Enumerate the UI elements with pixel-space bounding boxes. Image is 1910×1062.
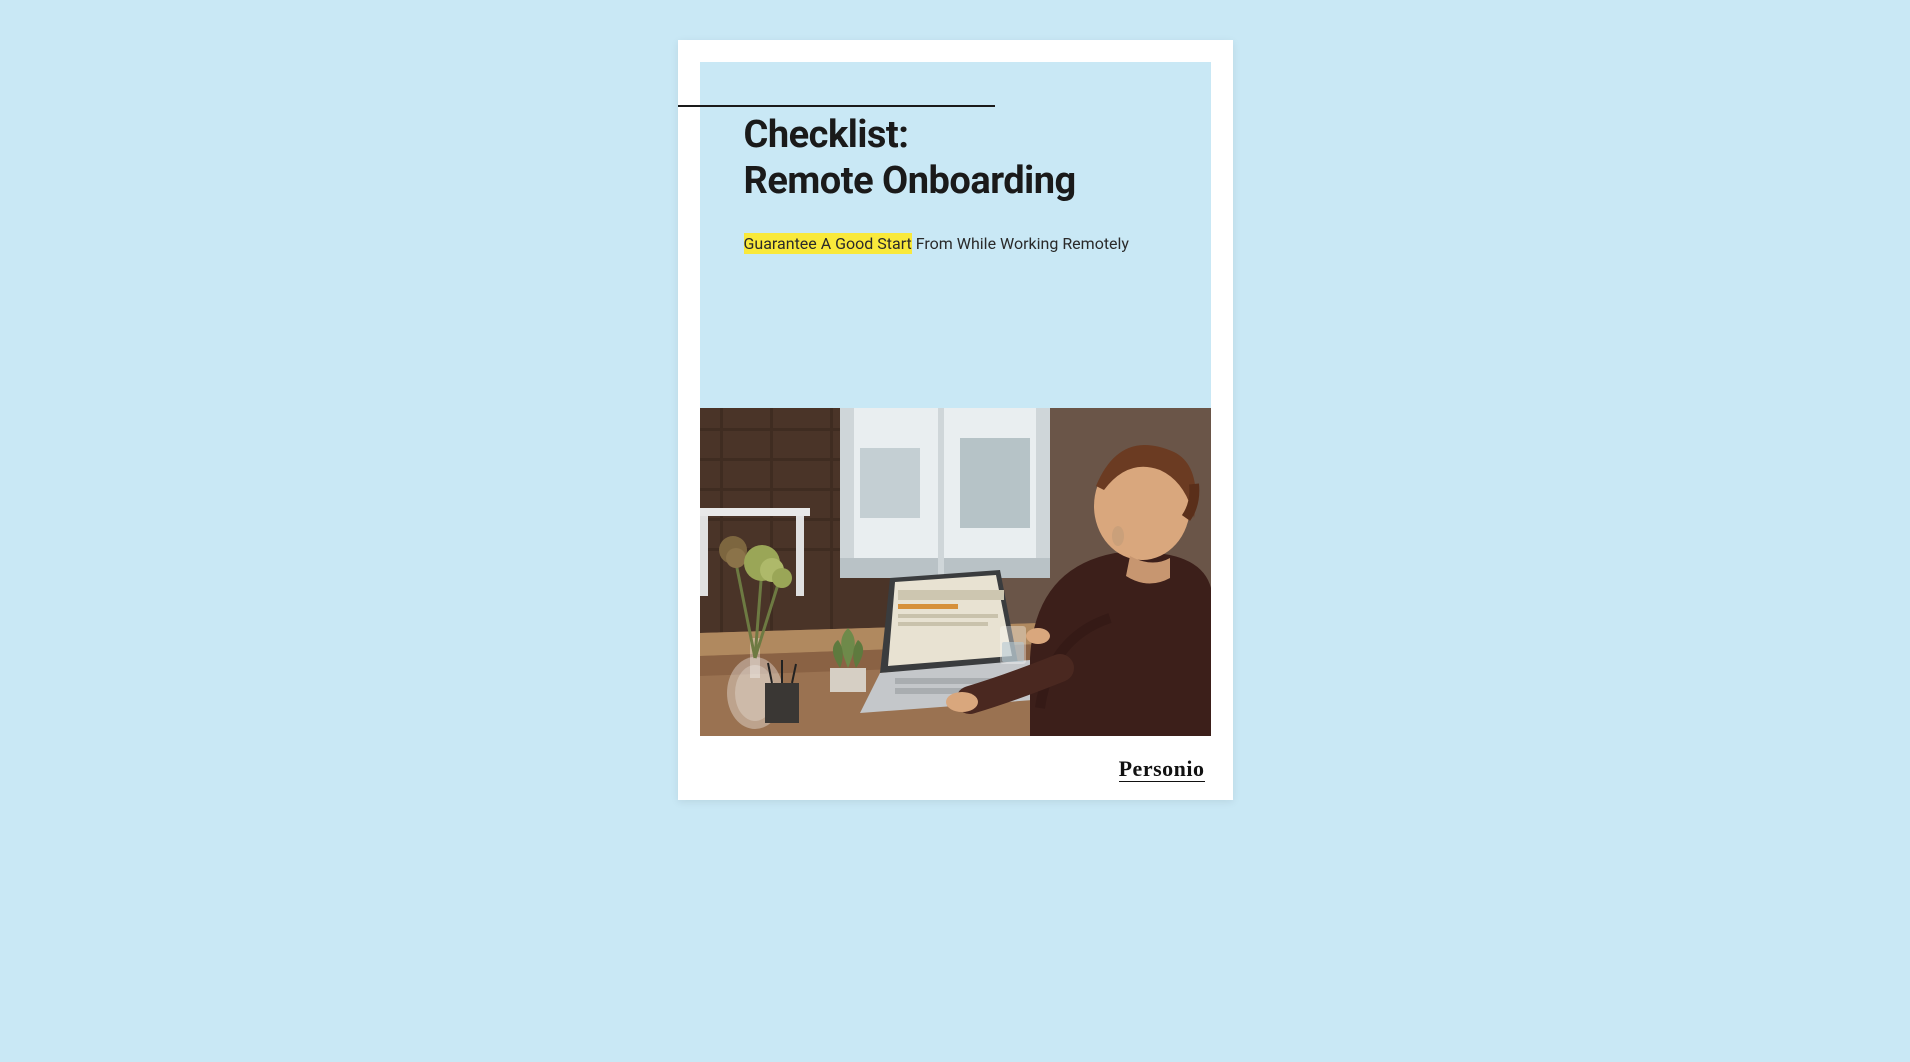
subtitle-block: Guarantee A Good Start From While Workin… — [700, 205, 1211, 255]
document-title: Checklist: Remote Onboarding — [744, 112, 1167, 205]
document-footer: Personio — [700, 736, 1211, 782]
document-subtitle: Guarantee A Good Start From While Workin… — [744, 233, 1167, 255]
title-block: Checklist: Remote Onboarding — [700, 62, 1211, 205]
hero-illustration-icon — [700, 408, 1211, 736]
subtitle-highlight: Guarantee A Good Start — [744, 233, 912, 254]
subtitle-rest: From While Working Remotely — [912, 234, 1129, 253]
brand-logo: Personio — [1119, 757, 1205, 782]
title-line-2: Remote Onboarding — [744, 159, 1076, 203]
document-page: Checklist: Remote Onboarding Guarantee A… — [678, 40, 1233, 800]
horizontal-rule — [678, 105, 995, 107]
document-inner: Checklist: Remote Onboarding Guarantee A… — [700, 62, 1211, 736]
title-line-1: Checklist: — [744, 113, 909, 157]
hero-image — [700, 408, 1211, 736]
